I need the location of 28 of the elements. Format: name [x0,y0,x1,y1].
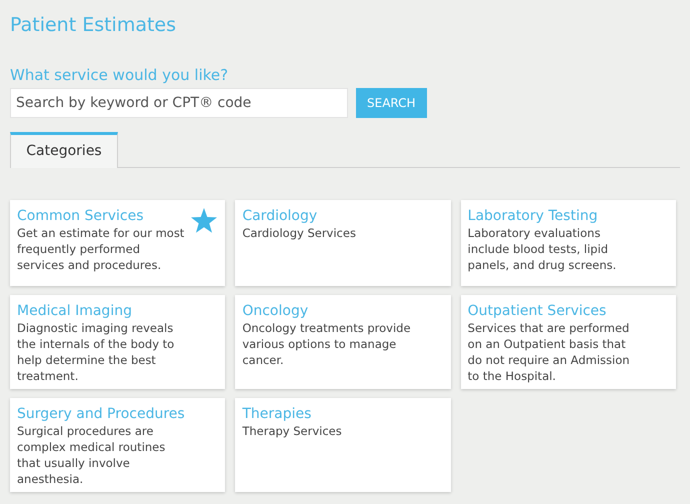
category-card[interactable]: Medical Imaging Diagnostic imaging reveals the internals of the body to help determine the best treatment. [10,295,226,389]
search-heading: What service would you like? [10,65,228,86]
category-card[interactable]: Laboratory Testing Laboratory evaluations include blood tests, lipid panels, and drug screens. [460,200,676,286]
category-description: Oncology treatments provide various options to manage cancer. [242,320,412,368]
category-description: Cardiology Services [242,225,357,241]
category-card[interactable]: Oncology Oncology treatments provide various options to manage cancer. [235,295,451,389]
category-title: Outpatient Services [468,302,606,320]
category-description: Get an estimate for our most frequently performed services and procedures. [17,225,186,273]
category-title: Common Services [17,207,144,225]
category-card[interactable]: Therapies Therapy Services [235,398,451,492]
category-description: Services that are performed on an Outpatient basis that do not require an Admission to the Hospital. [468,320,631,384]
category-title: Medical Imaging [17,302,132,320]
category-title: Surgery and Procedures [17,405,185,423]
category-title: Laboratory Testing [468,207,598,225]
tab[interactable]: Categories [10,132,118,168]
page-title: Patient Estimates [10,13,178,38]
search-field[interactable]: Search by keyword or CPT® code [10,88,348,118]
category-title: Cardiology [242,207,318,225]
category-description: Surgical procedures are complex medical routines that usually involve anesthesia. [17,423,166,487]
category-title: Oncology [242,302,308,320]
category-description: Laboratory evaluations include blood tests, lipid panels, and drug screens. [468,225,618,273]
category-card[interactable]: Outpatient Services Services that are performed on an Outpatient basis that do not require an Admission to the Hospital. [460,295,676,389]
category-description: Diagnostic imaging reveals the internals of the body to help determine the best treatment. [17,320,176,384]
category-card[interactable]: Common Services Get an estimate for our most frequently performed services and procedures. [10,200,226,286]
category-description: Therapy Services [242,423,343,439]
category-card[interactable]: Surgery and Procedures Surgical procedures are complex medical routines that usually involve anesthesia. [10,398,226,492]
category-title: Therapies [242,405,312,423]
category-card[interactable]: Cardiology Cardiology Services [235,200,451,286]
